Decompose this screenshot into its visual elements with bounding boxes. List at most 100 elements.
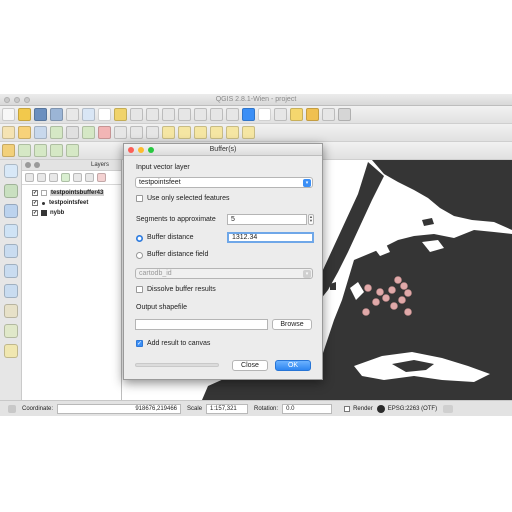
zoom-out-icon[interactable] bbox=[146, 108, 159, 121]
zoom-in-icon[interactable] bbox=[130, 108, 143, 121]
buffer-field-radio[interactable] bbox=[136, 252, 143, 259]
file-toolbar bbox=[0, 106, 512, 124]
open-project-icon[interactable] bbox=[18, 108, 31, 121]
label-icon[interactable] bbox=[162, 126, 175, 139]
rotate-feature-icon[interactable] bbox=[50, 144, 63, 157]
input-layer-value: testpointsfeet bbox=[139, 179, 181, 186]
layer-item[interactable]: ✓ testpointsfeet bbox=[22, 198, 121, 208]
label-move-icon[interactable] bbox=[210, 126, 223, 139]
segments-spinner[interactable]: ▲ ▼ bbox=[308, 214, 314, 225]
zoom-layer-icon[interactable] bbox=[194, 108, 207, 121]
select-icon[interactable] bbox=[290, 108, 303, 121]
filter-legend-icon[interactable] bbox=[61, 173, 70, 182]
save-edits-icon[interactable] bbox=[34, 126, 47, 139]
dialog-title: Buffer(s) bbox=[209, 146, 237, 153]
print-composer-icon[interactable] bbox=[66, 108, 79, 121]
refresh-icon[interactable] bbox=[242, 108, 255, 121]
manage-visibility-icon[interactable] bbox=[49, 173, 58, 182]
buffer-dialog: Buffer(s) Input vector layer testpointsf… bbox=[123, 143, 323, 380]
buffer-field-select[interactable]: cartodb_id ▾ bbox=[135, 268, 313, 279]
layer-name: testpointsbuffer43 bbox=[50, 190, 105, 196]
cut-features-icon[interactable] bbox=[114, 126, 127, 139]
zoom-next-icon[interactable] bbox=[226, 108, 239, 121]
dissolve-checkbox[interactable] bbox=[136, 286, 143, 293]
input-layer-select[interactable]: testpointsfeet ▾ bbox=[135, 177, 313, 188]
segments-input[interactable]: 5 bbox=[227, 214, 307, 225]
add-delimited-text-icon[interactable] bbox=[4, 304, 18, 318]
undo-icon[interactable] bbox=[18, 144, 31, 157]
add-vector-layer-icon[interactable] bbox=[4, 164, 18, 178]
add-virtual-layer-icon[interactable] bbox=[4, 344, 18, 358]
buffer-point bbox=[404, 308, 412, 316]
help-icon[interactable] bbox=[338, 108, 351, 121]
layer-item[interactable]: ✓ nybb bbox=[22, 208, 121, 218]
buffer-field-label: Buffer distance field bbox=[147, 251, 209, 258]
crs-icon[interactable] bbox=[376, 404, 385, 413]
add-wfs-layer-icon[interactable] bbox=[4, 284, 18, 298]
crs-status[interactable]: EPSG:2263 (OTF) bbox=[388, 406, 437, 412]
label-pin-icon[interactable] bbox=[178, 126, 191, 139]
progress-bar bbox=[135, 363, 219, 367]
add-wms-layer-icon[interactable] bbox=[4, 244, 18, 258]
add-raster-layer-icon[interactable] bbox=[4, 184, 18, 198]
zoom-full-icon[interactable] bbox=[162, 108, 175, 121]
identify-icon[interactable] bbox=[258, 108, 271, 121]
paste-features-icon[interactable] bbox=[146, 126, 159, 139]
zoom-last-icon[interactable] bbox=[210, 108, 223, 121]
new-project-icon[interactable] bbox=[2, 108, 15, 121]
new-shapefile-icon[interactable] bbox=[4, 324, 18, 338]
collapse-all-icon[interactable] bbox=[85, 173, 94, 182]
output-shapefile-input[interactable] bbox=[135, 319, 268, 330]
add-postgis-layer-icon[interactable] bbox=[4, 204, 18, 218]
messages-icon[interactable] bbox=[443, 404, 454, 413]
render-checkbox[interactable] bbox=[344, 405, 351, 412]
add-to-canvas-checkbox[interactable]: ✓ bbox=[136, 340, 143, 347]
panel-close-icon[interactable] bbox=[25, 162, 31, 168]
expand-all-icon[interactable] bbox=[73, 173, 82, 182]
add-wcs-layer-icon[interactable] bbox=[4, 264, 18, 278]
redo-icon[interactable] bbox=[34, 144, 47, 157]
layer-styling-icon[interactable] bbox=[25, 173, 34, 182]
coordinate-field[interactable]: 918676,219466 bbox=[57, 403, 182, 414]
browse-button[interactable]: Browse bbox=[272, 319, 312, 330]
delete-selected-icon[interactable] bbox=[98, 126, 111, 139]
pan-to-selection-icon[interactable] bbox=[114, 108, 127, 121]
label-change-icon[interactable] bbox=[242, 126, 255, 139]
measure-icon[interactable] bbox=[322, 108, 335, 121]
zoom-selection-icon[interactable] bbox=[178, 108, 191, 121]
add-spatialite-layer-icon[interactable] bbox=[4, 224, 18, 238]
remove-layer-icon[interactable] bbox=[97, 173, 106, 182]
layer-visibility-checkbox[interactable]: ✓ bbox=[32, 200, 38, 206]
buffer-distance-radio[interactable] bbox=[136, 235, 143, 242]
layer-item[interactable]: ✓ testpointsbuffer43 bbox=[22, 188, 121, 198]
layer-visibility-checkbox[interactable]: ✓ bbox=[32, 190, 38, 196]
selected-only-checkbox[interactable] bbox=[136, 195, 143, 202]
current-edits-icon[interactable] bbox=[2, 126, 15, 139]
action-icon[interactable] bbox=[274, 108, 287, 121]
node-tool-icon[interactable] bbox=[82, 126, 95, 139]
copy-features-icon[interactable] bbox=[130, 126, 143, 139]
label-rotate-icon[interactable] bbox=[226, 126, 239, 139]
simplify-feature-icon[interactable] bbox=[66, 144, 79, 157]
ok-button[interactable]: OK bbox=[275, 360, 311, 371]
label-show-icon[interactable] bbox=[194, 126, 207, 139]
render-label: Render bbox=[353, 405, 373, 412]
panel-float-icon[interactable] bbox=[34, 162, 40, 168]
move-feature-icon[interactable] bbox=[66, 126, 79, 139]
layer-visibility-checkbox[interactable]: ✓ bbox=[32, 210, 38, 216]
point-symbol-icon bbox=[42, 201, 45, 205]
add-feature-icon[interactable] bbox=[50, 126, 63, 139]
add-group-icon[interactable] bbox=[37, 173, 46, 182]
toggle-editing-icon[interactable] bbox=[18, 126, 31, 139]
close-button[interactable]: Close bbox=[232, 360, 268, 371]
pan-icon[interactable] bbox=[98, 108, 111, 121]
deselect-icon[interactable] bbox=[306, 108, 319, 121]
composer-manager-icon[interactable] bbox=[82, 108, 95, 121]
scale-field[interactable]: 1:157,321 bbox=[206, 403, 249, 414]
save-project-icon[interactable] bbox=[34, 108, 47, 121]
advanced-edit-icon[interactable] bbox=[2, 144, 15, 157]
save-as-icon[interactable] bbox=[50, 108, 63, 121]
toggle-extents-icon[interactable] bbox=[8, 404, 16, 413]
buffer-distance-input[interactable]: 1312.34 bbox=[227, 232, 314, 243]
rotation-field[interactable]: 0.0 bbox=[282, 403, 333, 414]
